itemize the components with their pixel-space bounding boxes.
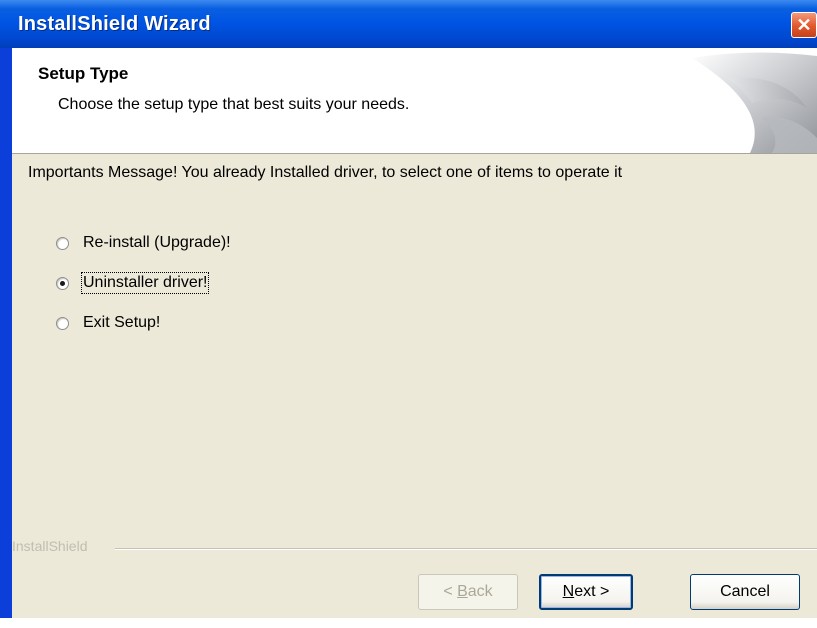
curled-page-graphic-icon [692,52,817,153]
window-title: InstallShield Wizard [18,13,211,35]
radio-exit[interactable] [56,316,69,330]
option-uninstall-label: Uninstaller driver! [80,272,210,294]
title-bar[interactable]: InstallShield Wizard ✕ [0,0,817,48]
close-button[interactable]: ✕ [791,12,817,38]
header-banner: Setup Type Choose the setup type that be… [12,48,817,154]
dialog-body: Importants Message! You already Installe… [12,154,817,618]
back-button[interactable]: < Back [418,574,518,610]
window-frame-left [0,48,12,620]
option-uninstall[interactable]: Uninstaller driver! [56,272,210,294]
footer-divider [115,548,817,550]
close-icon: ✕ [796,15,812,35]
option-exit-label: Exit Setup! [83,314,161,331]
installshield-brand-label: InstallShield [12,538,88,554]
cancel-button[interactable]: Cancel [690,574,800,610]
page-title: Setup Type [38,64,129,83]
window-bottom-edge [0,618,817,628]
option-exit[interactable]: Exit Setup! [56,312,160,334]
important-message: Importants Message! You already Installe… [28,164,623,181]
page-subtitle: Choose the setup type that best suits yo… [58,96,410,113]
radio-uninstall[interactable] [56,276,69,290]
option-reinstall-label: Re-install (Upgrade)! [83,234,231,251]
installshield-wizard-window: InstallShield Wizard ✕ Setup Type Choose… [0,0,817,628]
next-button[interactable]: Next > [539,574,633,610]
option-reinstall[interactable]: Re-install (Upgrade)! [56,232,231,254]
radio-reinstall[interactable] [56,236,69,250]
